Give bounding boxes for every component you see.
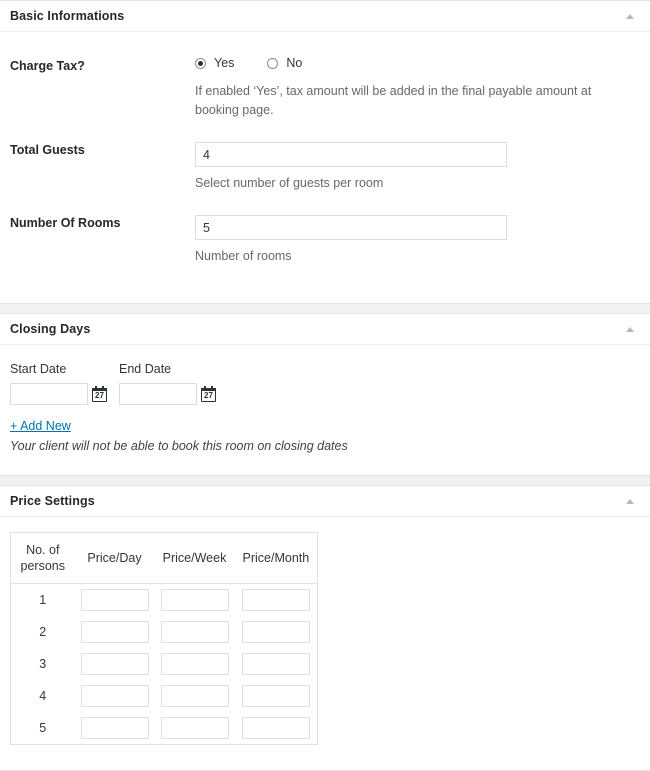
end-date-input-wrap: 27 xyxy=(119,383,216,405)
cell-price-week xyxy=(155,680,235,712)
panel-header-basic-informations[interactable]: Basic Informations xyxy=(0,1,650,32)
cell-price-month xyxy=(235,680,318,712)
table-row: 5 xyxy=(11,712,318,745)
table-row: 1 xyxy=(11,584,318,617)
panel-closing-days: Closing Days Start Date 27 End Date 27 +… xyxy=(0,313,650,476)
cell-persons: 4 xyxy=(39,689,47,703)
price-table-header-row: No. of persons Price/Day Price/Week Pric… xyxy=(10,532,318,584)
radio-charge-tax-no-label: No xyxy=(286,56,303,70)
price-month-input-row-2[interactable] xyxy=(241,621,310,643)
table-row: 3 xyxy=(11,648,318,680)
panel-body-closing-days: Start Date 27 End Date 27 + Add New Your… xyxy=(0,345,650,475)
calendar-icon[interactable]: 27 xyxy=(92,386,107,402)
end-date-input[interactable] xyxy=(119,383,197,405)
end-date-label: End Date xyxy=(119,362,172,376)
price-table-head: No. of persons Price/Day Price/Week Pric… xyxy=(10,532,318,584)
page-title: Basic Informations xyxy=(10,9,125,23)
cell-persons: 2 xyxy=(39,625,47,639)
field-row-total-guests: Total Guests Select number of guests per… xyxy=(10,120,638,193)
chevron-up-icon[interactable] xyxy=(624,323,636,335)
start-date-input[interactable] xyxy=(10,383,88,405)
start-date-group: Start Date 27 xyxy=(10,362,107,405)
price-day-input-row-2[interactable] xyxy=(80,621,149,643)
column-header-no-of-persons: No. of persons xyxy=(10,532,75,584)
price-week-input-row-1[interactable] xyxy=(160,589,229,611)
charge-tax-hint: If enabled ‘Yes’, tax amount will be add… xyxy=(195,84,592,117)
cell-price-month xyxy=(235,616,318,648)
total-guests-input[interactable] xyxy=(195,142,507,167)
cell-price-day xyxy=(75,712,155,745)
start-date-label: Start Date xyxy=(10,362,67,376)
cell-price-month xyxy=(235,712,318,745)
total-guests-field: Select number of guests per room xyxy=(195,142,638,193)
closing-days-date-fields: Start Date 27 End Date 27 xyxy=(10,362,640,405)
calendar-icon[interactable]: 27 xyxy=(201,386,216,402)
price-settings-title: Price Settings xyxy=(10,494,95,508)
cell-price-day xyxy=(75,648,155,680)
column-header-price-day: Price/Day xyxy=(74,532,155,584)
cell-persons: 1 xyxy=(39,593,47,607)
table-row: 4 xyxy=(11,680,318,712)
price-day-input-row-5[interactable] xyxy=(80,717,149,739)
price-month-input-row-4[interactable] xyxy=(241,685,310,707)
column-header-price-month: Price/Month xyxy=(234,532,318,584)
price-month-input-row-1[interactable] xyxy=(241,589,310,611)
radio-charge-tax-no[interactable]: No xyxy=(267,56,302,70)
price-settings-table: No. of persons Price/Day Price/Week Pric… xyxy=(10,532,319,745)
price-table-body: 1 2 3 4 5 xyxy=(11,584,318,745)
chevron-up-icon[interactable] xyxy=(624,10,636,22)
cell-price-day xyxy=(75,680,155,712)
column-header-price-week: Price/Week xyxy=(154,532,235,584)
cell-price-week xyxy=(155,584,235,617)
start-date-input-wrap: 27 xyxy=(10,383,107,405)
field-row-charge-tax: Charge Tax? Yes No If enabled ‘Yes’, tax… xyxy=(10,32,638,120)
number-of-rooms-field: Number of rooms xyxy=(195,215,638,266)
number-of-rooms-hint: Number of rooms xyxy=(195,249,292,263)
charge-tax-label: Charge Tax? xyxy=(10,59,85,73)
panel-basic-informations: Basic Informations Charge Tax? Yes No If… xyxy=(0,0,650,304)
panel-header-price-settings[interactable]: Price Settings xyxy=(0,486,650,517)
cell-persons: 3 xyxy=(39,657,47,671)
price-month-input-row-5[interactable] xyxy=(241,717,310,739)
price-day-input-row-3[interactable] xyxy=(80,653,149,675)
cell-price-week xyxy=(155,616,235,648)
total-guests-label: Total Guests xyxy=(10,143,85,157)
price-day-input-row-1[interactable] xyxy=(80,589,149,611)
add-new-closing-day-link[interactable]: + Add New xyxy=(10,419,71,433)
panel-header-closing-days[interactable]: Closing Days xyxy=(0,314,650,345)
chevron-up-icon[interactable] xyxy=(624,495,636,507)
calendar-icon-day: 27 xyxy=(204,391,213,400)
price-week-input-row-4[interactable] xyxy=(160,685,229,707)
cell-price-month xyxy=(235,648,318,680)
radio-charge-tax-yes-label: Yes xyxy=(214,56,235,70)
number-of-rooms-input[interactable] xyxy=(195,215,507,240)
price-month-input-row-3[interactable] xyxy=(241,653,310,675)
price-week-input-row-2[interactable] xyxy=(160,621,229,643)
closing-days-title: Closing Days xyxy=(10,322,91,336)
radio-unselected-icon[interactable] xyxy=(267,57,279,69)
panel-body-price-settings: No. of persons Price/Day Price/Week Pric… xyxy=(0,517,650,770)
number-of-rooms-label: Number Of Rooms xyxy=(10,216,121,230)
cell-price-week xyxy=(155,648,235,680)
calendar-icon-day: 27 xyxy=(95,391,104,400)
price-week-input-row-3[interactable] xyxy=(160,653,229,675)
price-week-input-row-5[interactable] xyxy=(160,717,229,739)
cell-price-month xyxy=(235,584,318,617)
cell-persons: 5 xyxy=(39,721,47,735)
radio-charge-tax-yes[interactable]: Yes xyxy=(195,56,234,70)
price-day-input-row-4[interactable] xyxy=(80,685,149,707)
charge-tax-field: Yes No If enabled ‘Yes’, tax amount will… xyxy=(195,55,638,120)
panel-body-basic-informations: Charge Tax? Yes No If enabled ‘Yes’, tax… xyxy=(0,32,650,303)
end-date-group: End Date 27 xyxy=(119,362,216,405)
closing-days-note: Your client will not be able to book thi… xyxy=(10,439,348,453)
charge-tax-radio-group: Yes No xyxy=(195,55,638,71)
cell-price-day xyxy=(75,616,155,648)
total-guests-hint: Select number of guests per room xyxy=(195,176,384,190)
table-row: 2 xyxy=(11,616,318,648)
radio-selected-icon[interactable] xyxy=(195,57,206,69)
field-row-number-of-rooms: Number Of Rooms Number of rooms xyxy=(10,193,638,303)
cell-price-week xyxy=(155,712,235,745)
panel-price-settings: Price Settings No. of persons Price/Day … xyxy=(0,485,650,771)
cell-price-day xyxy=(75,584,155,617)
